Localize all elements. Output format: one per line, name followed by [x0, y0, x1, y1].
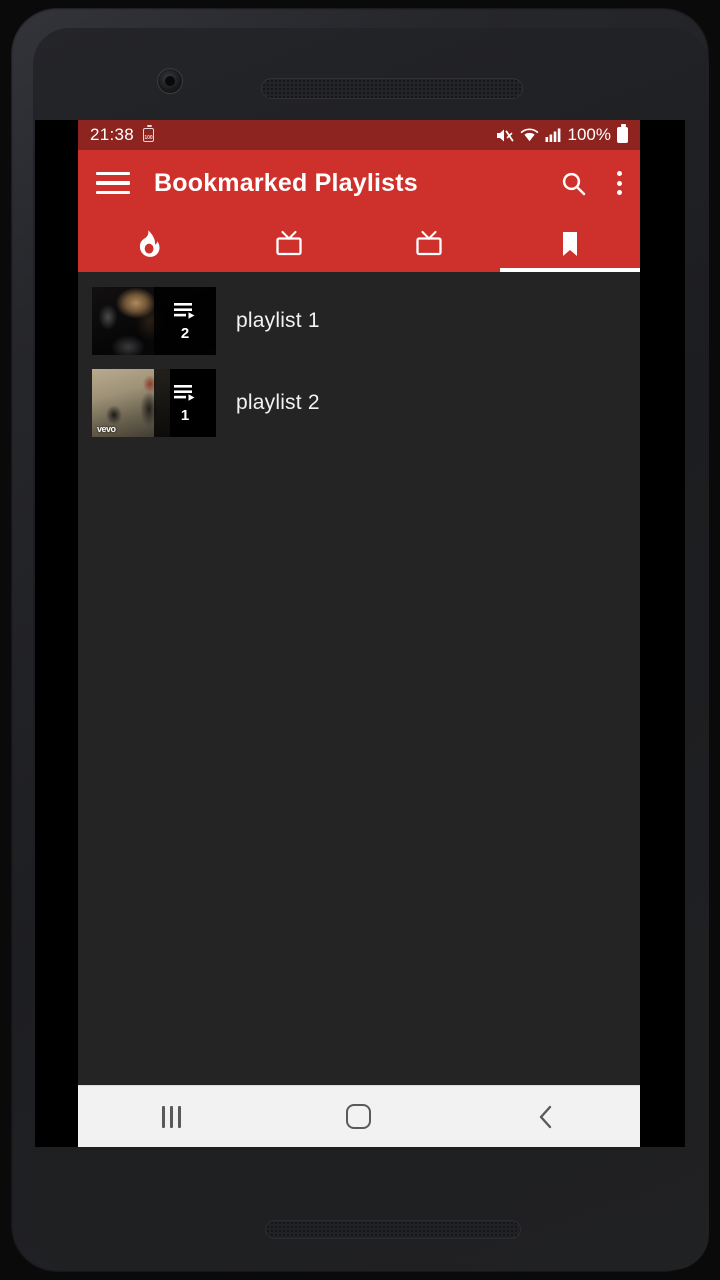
tab-selected-indicator [499, 268, 640, 272]
vevo-watermark: vevo [97, 424, 116, 434]
earpiece-speaker-grille [261, 78, 523, 99]
tv-icon [416, 230, 442, 256]
bookmark-icon [562, 232, 577, 256]
status-bar: 21:38 100 100% [78, 120, 640, 150]
system-nav-bar [78, 1085, 640, 1147]
playlist-play-icon [174, 303, 195, 319]
app-bar: Bookmarked Playlists [78, 150, 640, 216]
front-camera-icon [157, 68, 183, 94]
recents-icon [162, 1105, 182, 1128]
phone-screen: 21:38 100 100% Bookmarked Playlists 2 pl… [35, 120, 685, 1147]
screenshot-root: 21:38 100 100% Bookmarked Playlists 2 pl… [0, 0, 720, 1280]
app-bar-actions [560, 170, 622, 197]
mute-icon [496, 129, 513, 141]
flame-icon [140, 230, 160, 257]
tv-icon [276, 230, 302, 256]
tab-bar [78, 216, 640, 272]
wifi-icon [520, 128, 538, 142]
playlist-thumbnail: vevo 1 [92, 369, 216, 437]
status-bar-left: 21:38 100 [90, 125, 155, 145]
playlist-video-count: 2 [180, 325, 190, 342]
bottom-speaker-grille [265, 1220, 521, 1239]
battery-full-icon [617, 124, 628, 143]
playlist-thumbnail: 2 [92, 287, 216, 355]
battery-percent-label: 100% [567, 125, 611, 144]
tab-subscriptions[interactable] [219, 216, 360, 272]
playlist-play-icon [174, 385, 195, 401]
playlist-video-count: 1 [180, 407, 190, 424]
app-window: 21:38 100 100% Bookmarked Playlists 2 pl… [78, 120, 640, 1147]
battery-saver-icon: 100 [143, 125, 155, 142]
list-item[interactable]: 2 playlist 1 [78, 280, 640, 362]
status-bar-right: 100% [495, 124, 628, 145]
tab-trending[interactable] [78, 216, 219, 272]
tab-bookmarks[interactable] [499, 216, 640, 272]
status-bar-clock: 21:38 [90, 125, 135, 144]
home-icon [346, 1104, 372, 1129]
playlist-title: playlist 2 [236, 391, 320, 414]
list-item[interactable]: vevo 1 playlist 2 [78, 362, 640, 444]
playlist-title: playlist 1 [236, 309, 320, 332]
tab-channels[interactable] [359, 216, 500, 272]
nav-recents-button[interactable] [78, 1105, 265, 1128]
nav-back-button[interactable] [453, 1103, 640, 1131]
nav-home-button[interactable] [265, 1104, 452, 1129]
signal-bars-icon [545, 128, 560, 142]
overflow-menu-icon[interactable] [617, 171, 622, 195]
search-icon[interactable] [560, 170, 587, 197]
playlist-count-badge: 2 [154, 287, 216, 355]
back-chevron-icon [540, 1105, 552, 1128]
hamburger-menu-icon[interactable] [96, 170, 130, 196]
playlist-count-badge: 1 [154, 369, 216, 437]
page-title: Bookmarked Playlists [154, 168, 418, 197]
playlist-list: 2 playlist 1 vevo 1 playlist 2 [78, 272, 640, 444]
